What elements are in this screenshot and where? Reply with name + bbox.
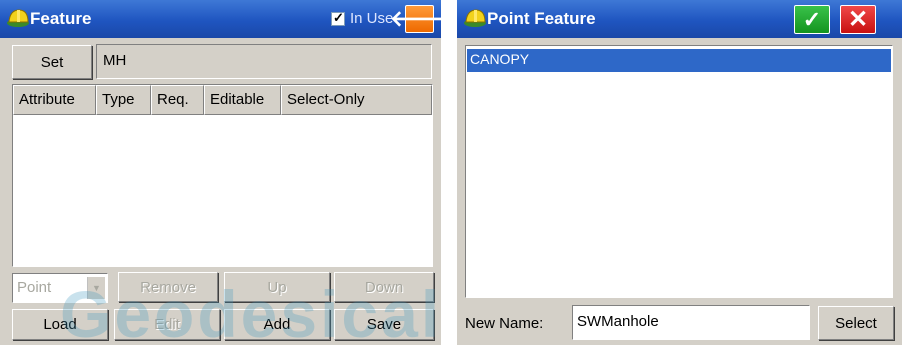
down-button[interactable]: Down <box>334 272 434 302</box>
column-header-select-only[interactable]: Select-Only <box>281 85 432 115</box>
select-button[interactable]: Select <box>818 306 894 340</box>
hardhat-icon <box>6 6 32 32</box>
set-button[interactable]: Set <box>12 45 92 79</box>
checkmark-icon: ✓ <box>802 6 822 32</box>
hardhat-icon <box>463 6 489 32</box>
set-value-field[interactable]: MH <box>96 44 432 79</box>
list-item[interactable]: CANOPY <box>467 49 891 72</box>
column-header-type[interactable]: Type <box>96 85 151 115</box>
close-button[interactable]: ✕ <box>840 5 876 34</box>
new-name-label: New Name: <box>465 315 544 332</box>
dropdown-value: Point <box>17 279 52 296</box>
edit-button[interactable]: Edit <box>114 309 220 340</box>
remove-button[interactable]: Remove <box>118 272 218 302</box>
window-title: Feature <box>30 9 92 28</box>
point-feature-panel: Point Feature ✓ ✕ CANOPY New Name: SWMan… <box>457 0 902 345</box>
save-button[interactable]: Save <box>334 309 434 340</box>
attribute-table[interactable]: Attribute Type Req. Editable Select-Only <box>12 84 433 267</box>
feature-titlebar: Feature ✓ In Use 🡐 <box>0 0 441 38</box>
feature-panel: Feature ✓ In Use 🡐 Set MH Attribute Type… <box>0 0 441 345</box>
load-button[interactable]: Load <box>12 309 108 340</box>
in-use-checkbox[interactable]: ✓ <box>331 10 345 26</box>
new-name-input[interactable]: SWManhole <box>572 305 810 340</box>
column-header-attribute[interactable]: Attribute <box>13 85 96 115</box>
feature-list[interactable]: CANOPY <box>465 45 893 298</box>
checkmark-icon: ✓ <box>333 10 344 25</box>
column-header-editable[interactable]: Editable <box>204 85 281 115</box>
x-icon: ✕ <box>847 6 869 33</box>
table-header: Attribute Type Req. Editable Select-Only <box>13 85 432 115</box>
column-header-req[interactable]: Req. <box>151 85 204 115</box>
arrow-left-icon: 🡐 <box>390 6 441 31</box>
point-feature-titlebar: Point Feature ✓ ✕ <box>457 0 902 38</box>
in-use-label: In Use <box>350 10 394 27</box>
chevron-down-icon: ▼ <box>87 277 105 299</box>
window-title: Point Feature <box>487 9 596 28</box>
ok-button[interactable]: ✓ <box>794 5 830 34</box>
add-button[interactable]: Add <box>224 309 330 340</box>
feature-type-dropdown[interactable]: Point ▼ <box>12 273 108 303</box>
up-button[interactable]: Up <box>224 272 330 302</box>
back-button[interactable]: 🡐 <box>390 5 441 33</box>
